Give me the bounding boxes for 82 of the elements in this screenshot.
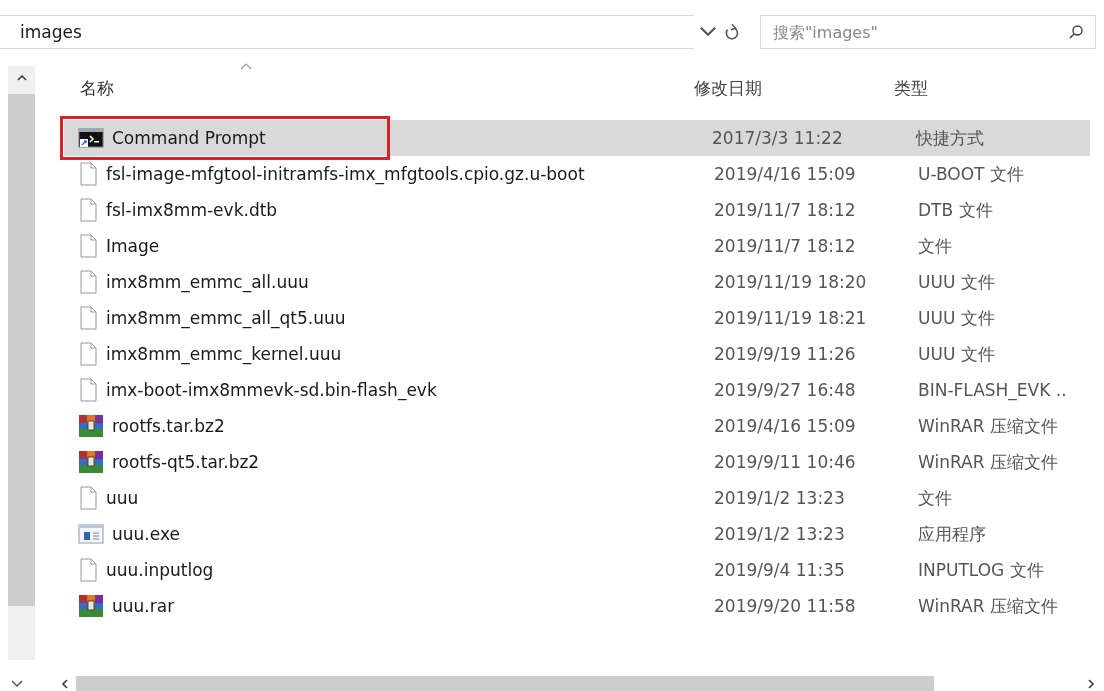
application-icon [78, 524, 104, 544]
file-type: DTB 文件 [917, 198, 993, 222]
archive-icon [78, 414, 104, 438]
modified-date: 2019/9/4 11:35 [713, 560, 846, 580]
file-name: imx8mm_emmc_all.uuu [106, 272, 309, 292]
file-name: uuu [106, 488, 139, 508]
document-icon [78, 306, 98, 330]
file-type: U-BOOT 文件 [917, 162, 1024, 186]
file-row[interactable]: imx-boot-imx8mmevk-sd.bin-flash_evk 2019/9/27 16:48 BIN-FLASH_EVK .. [64, 372, 1090, 408]
modified-date: 2019/9/11 10:46 [713, 452, 857, 472]
scroll-left-icon[interactable] [60, 677, 70, 690]
column-header[interactable]: 修改日期 [684, 76, 884, 100]
file-type: 文件 [917, 486, 952, 510]
file-row[interactable]: fsl-image-mfgtool-initramfs-imx_mfgtools.cpio.gz.u-boot 2019/4/16 15:09 U-BOOT 文件 [64, 156, 1090, 192]
file-type: UUU 文件 [917, 342, 995, 366]
file-name: uuu.exe [112, 524, 180, 544]
modified-date: 2019/11/7 18:12 [713, 200, 857, 220]
modified-date: 2017/3/3 11:22 [711, 128, 844, 148]
file-name: imx8mm_emmc_kernel.uuu [106, 344, 342, 364]
document-icon [78, 486, 98, 510]
file-name: Command Prompt [112, 128, 266, 148]
scroll-up-icon[interactable] [15, 74, 28, 82]
file-row[interactable]: uuu.exe 2019/1/2 13:23 应用程序 [64, 516, 1090, 552]
modified-date: 2019/11/19 18:21 [713, 308, 868, 328]
file-name: imx8mm_emmc_all_qt5.uuu [106, 308, 346, 328]
file-row[interactable]: imx8mm_emmc_all_qt5.uuu 2019/11/19 18:21 UUU 文件 [64, 300, 1090, 336]
modified-date: 2019/9/27 16:48 [713, 380, 857, 400]
modified-date: 2019/1/2 13:23 [713, 488, 846, 508]
file-type: UUU 文件 [917, 270, 995, 294]
document-icon [78, 558, 98, 582]
file-name: rootfs.tar.bz2 [112, 416, 225, 436]
document-icon [78, 198, 98, 222]
file-row[interactable]: Image 2019/11/7 18:12 文件 [64, 228, 1090, 264]
column-header[interactable]: 类型 [884, 76, 928, 100]
file-type: BIN-FLASH_EVK .. [917, 380, 1067, 400]
file-row[interactable]: imx8mm_emmc_kernel.uuu 2019/9/19 11:26 UUU 文件 [64, 336, 1090, 372]
archive-icon [78, 450, 104, 474]
modified-date: 2019/11/19 18:20 [713, 272, 868, 292]
scrollbar-thumb[interactable] [76, 676, 934, 691]
file-name: uuu.rar [112, 596, 175, 616]
file-row[interactable]: rootfs.tar.bz2 2019/4/16 15:09 WinRAR 压缩文件 [64, 408, 1090, 444]
file-name: fsl-image-mfgtool-initramfs-imx_mfgtools.cpio.gz.u-boot [106, 164, 585, 184]
file-name: fsl-imx8mm-evk.dtb [106, 200, 278, 220]
search-icon[interactable] [1068, 24, 1084, 40]
folder-path: images [20, 22, 82, 42]
modified-date: 2019/4/16 15:09 [713, 164, 857, 184]
file-row[interactable]: uuu.inputlog 2019/9/4 11:35 INPUTLOG 文件 [64, 552, 1090, 588]
file-type: 快捷方式 [914, 126, 984, 150]
sort-caret-icon [240, 62, 252, 70]
file-row[interactable]: fsl-imx8mm-evk.dtb 2019/11/7 18:12 DTB 文件 [64, 192, 1090, 228]
file-type: WinRAR 压缩文件 [917, 414, 1058, 438]
document-icon [78, 342, 98, 366]
archive-icon [78, 594, 104, 618]
document-icon [78, 270, 98, 294]
modified-date: 2019/1/2 13:23 [713, 524, 846, 544]
file-name: rootfs-qt5.tar.bz2 [112, 452, 260, 472]
terminal-icon [78, 127, 104, 149]
document-icon [78, 162, 98, 186]
file-name: uuu.inputlog [106, 560, 214, 580]
scroll-right-icon[interactable] [1086, 677, 1096, 690]
modified-date: 2019/4/16 15:09 [713, 416, 857, 436]
document-icon [78, 378, 98, 402]
search-field[interactable]: 搜索"images" [760, 15, 1096, 49]
modified-date: 2019/11/7 18:12 [713, 236, 857, 256]
file-type: 文件 [917, 234, 952, 258]
file-row[interactable]: imx8mm_emmc_all.uuu 2019/11/19 18:20 UUU 文件 [64, 264, 1090, 300]
modified-date: 2019/9/20 11:58 [713, 596, 857, 616]
modified-date: 2019/9/19 11:26 [713, 344, 857, 364]
file-type: WinRAR 压缩文件 [917, 594, 1058, 618]
file-name: imx-boot-imx8mmevk-sd.bin-flash_evk [106, 380, 437, 400]
file-row[interactable]: uuu 2019/1/2 13:23 文件 [64, 480, 1090, 516]
file-type: WinRAR 压缩文件 [917, 450, 1058, 474]
column-header[interactable]: 名称 [64, 76, 684, 100]
file-type: 应用程序 [917, 522, 986, 546]
file-row[interactable]: rootfs-qt5.tar.bz2 2019/9/11 10:46 WinRAR 压缩文件 [64, 444, 1090, 480]
file-type: UUU 文件 [917, 306, 995, 330]
file-name: Image [106, 236, 160, 256]
address-bar[interactable]: images [0, 15, 694, 49]
file-type: INPUTLOG 文件 [917, 558, 1044, 582]
chevron-down-icon[interactable] [10, 678, 24, 689]
document-icon [78, 234, 98, 258]
file-row[interactable]: uuu.rar 2019/9/20 11:58 WinRAR 压缩文件 [64, 588, 1090, 624]
